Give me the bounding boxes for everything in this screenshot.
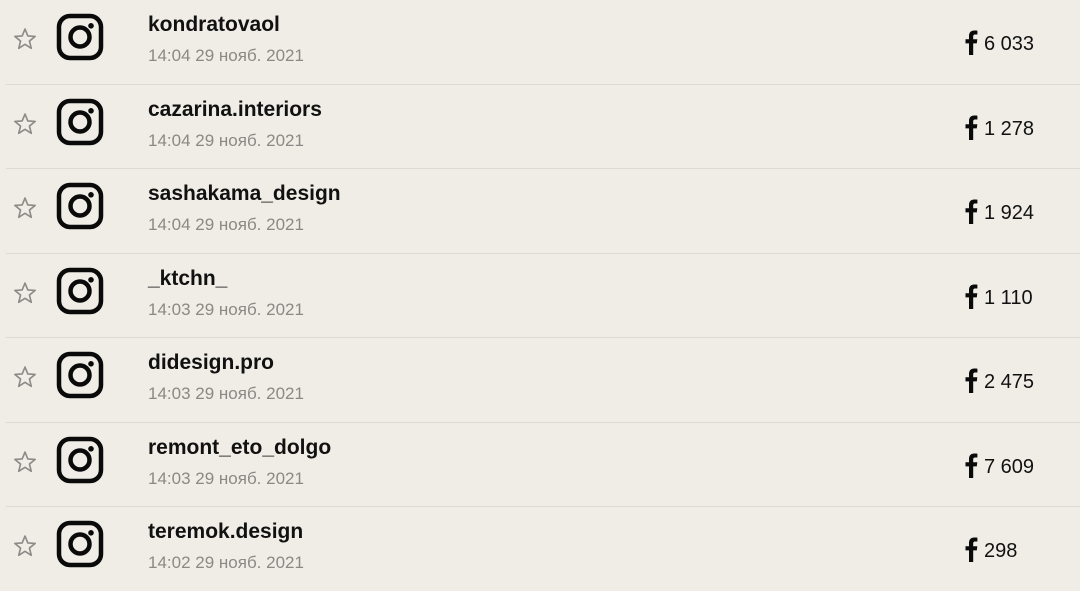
metric-count: 1 110 <box>984 286 1033 309</box>
facebook-icon <box>965 368 978 393</box>
facebook-icon <box>965 537 978 562</box>
star-icon[interactable] <box>12 26 38 52</box>
facebook-icon <box>965 115 978 140</box>
metric-count: 298 <box>984 540 1018 562</box>
facebook-icon <box>965 30 978 55</box>
star-icon[interactable] <box>12 533 38 559</box>
account-name[interactable]: remont_eto_dolgo <box>148 436 331 460</box>
instagram-icon <box>56 98 104 145</box>
post-timestamp: 14:04 29 нояб. 2021 <box>148 215 304 234</box>
instagram-icon <box>56 351 104 399</box>
post-timestamp: 14:03 29 нояб. 2021 <box>148 384 304 403</box>
metric: 1 278 <box>964 112 1034 140</box>
list-item[interactable]: cazarina.interiors 14:04 29 нояб. 2021 1… <box>6 85 1080 169</box>
instagram-icon <box>56 436 104 483</box>
instagram-icon <box>56 520 104 568</box>
metric: 1 110 <box>964 281 1033 309</box>
account-name[interactable]: teremok.design <box>148 520 303 544</box>
star-icon[interactable] <box>12 449 38 475</box>
list-item[interactable]: sashakama_design 14:04 29 нояб. 2021 1 9… <box>6 169 1080 254</box>
post-list: kondratovaol 14:04 29 нояб. 2021 6 033 c… <box>0 0 1080 591</box>
star-icon[interactable] <box>12 364 38 390</box>
instagram-icon <box>56 182 104 230</box>
metric-count: 1 924 <box>984 202 1035 224</box>
post-timestamp: 14:02 29 нояб. 2021 <box>148 553 304 572</box>
list-item[interactable]: kondratovaol 14:04 29 нояб. 2021 6 033 <box>6 0 1080 85</box>
instagram-icon <box>56 267 104 314</box>
instagram-icon <box>56 13 104 61</box>
metric-count: 2 475 <box>984 371 1035 393</box>
list-item[interactable]: _ktchn_ 14:03 29 нояб. 2021 1 110 <box>6 254 1080 338</box>
account-name[interactable]: cazarina.interiors <box>148 98 322 122</box>
account-name[interactable]: didesign.pro <box>148 351 274 375</box>
post-timestamp: 14:04 29 нояб. 2021 <box>148 130 304 150</box>
post-timestamp: 14:03 29 нояб. 2021 <box>148 299 304 319</box>
list-item[interactable]: remont_eto_dolgo 14:03 29 нояб. 2021 7 6… <box>6 423 1080 507</box>
facebook-icon <box>965 453 978 478</box>
post-timestamp: 14:03 29 нояб. 2021 <box>148 468 304 488</box>
account-name[interactable]: _ktchn_ <box>148 267 227 291</box>
metric: 298 <box>964 534 1017 562</box>
account-name[interactable]: sashakama_design <box>148 182 341 206</box>
list-item[interactable]: teremok.design 14:02 29 нояб. 2021 298 <box>6 507 1080 591</box>
metric-count: 6 033 <box>984 33 1035 55</box>
star-icon[interactable] <box>12 111 38 137</box>
facebook-icon <box>965 284 978 309</box>
metric: 6 033 <box>964 27 1034 55</box>
star-icon[interactable] <box>12 195 38 221</box>
facebook-icon <box>965 199 978 224</box>
account-name[interactable]: kondratovaol <box>148 13 280 37</box>
metric-count: 1 278 <box>984 117 1035 140</box>
metric: 1 924 <box>964 196 1034 224</box>
metric: 2 475 <box>964 365 1034 393</box>
metric: 7 609 <box>964 450 1034 478</box>
metric-count: 7 609 <box>984 455 1035 478</box>
list-item[interactable]: didesign.pro 14:03 29 нояб. 2021 2 475 <box>6 338 1080 423</box>
post-timestamp: 14:04 29 нояб. 2021 <box>148 46 304 65</box>
star-icon[interactable] <box>12 280 38 306</box>
